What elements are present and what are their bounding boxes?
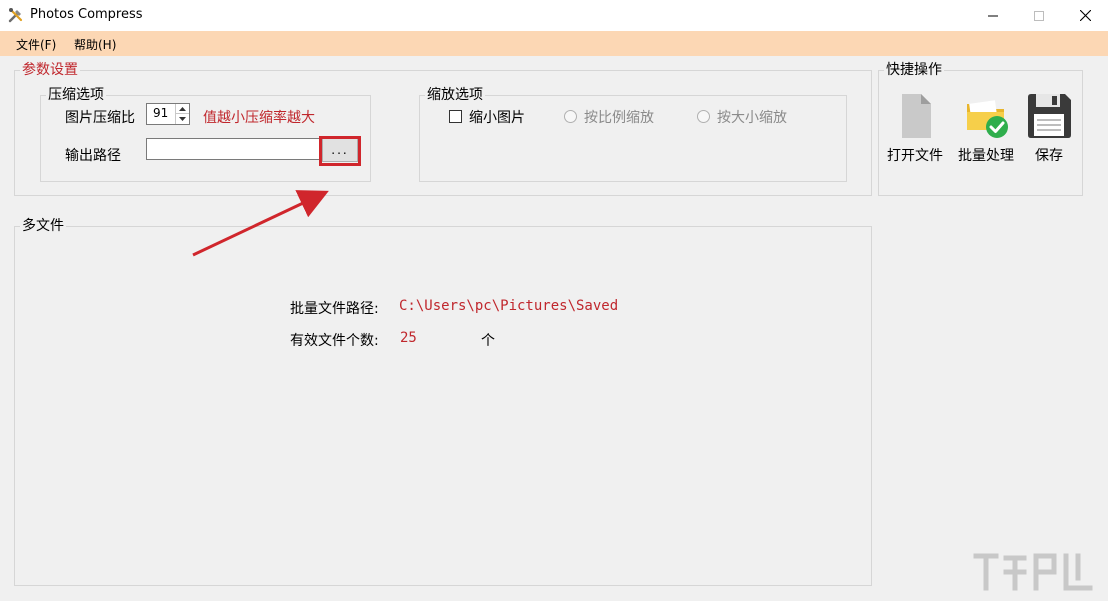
annotation-arrow-icon bbox=[192, 190, 329, 257]
watermark-logo bbox=[973, 553, 1093, 591]
